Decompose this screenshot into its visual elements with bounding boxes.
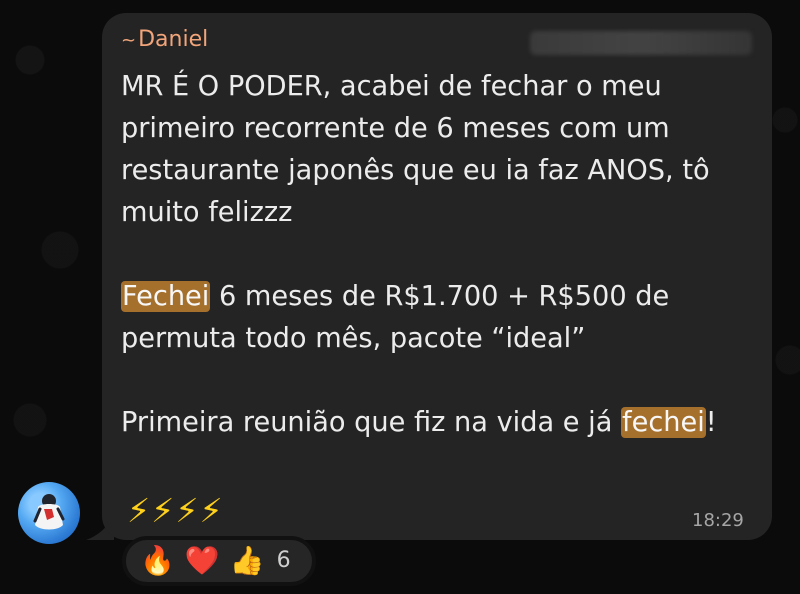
redacted-sender-info bbox=[530, 31, 752, 55]
reaction-bar[interactable]: 🔥 ❤️ 👍 6 bbox=[122, 536, 316, 586]
sender-name[interactable]: Daniel bbox=[138, 27, 208, 52]
person-avatar-icon bbox=[33, 494, 65, 530]
message-paragraph-3-prefix: Primeira reunião que fiz na vida e já bbox=[121, 407, 622, 438]
highlighted-word-fechei: fechei bbox=[621, 407, 706, 438]
lightning-emojis: ⚡⚡⚡⚡ bbox=[127, 491, 224, 530]
sender-name-row[interactable]: ~Daniel bbox=[121, 24, 208, 57]
message-paragraph-2: Fechei 6 meses de R$1.700 + R$500 de per… bbox=[121, 276, 751, 360]
heart-reaction-icon[interactable]: ❤️ bbox=[185, 546, 220, 576]
sender-prefix: ~ bbox=[121, 30, 137, 51]
message-paragraph-3: Primeira reunião que fiz na vida e já fe… bbox=[121, 402, 751, 444]
message-paragraph-3-suffix: ! bbox=[705, 407, 717, 438]
message-paragraph-1: MR É O PODER, acabei de fechar o meu pri… bbox=[121, 71, 710, 228]
highlighted-word-fechei: Fechei bbox=[121, 281, 211, 312]
sender-avatar[interactable] bbox=[18, 482, 80, 544]
thumbs-up-reaction-icon[interactable]: 👍 bbox=[230, 546, 265, 576]
reaction-count: 6 bbox=[276, 548, 291, 573]
fire-reaction-icon[interactable]: 🔥 bbox=[140, 546, 175, 576]
message-text: MR É O PODER, acabei de fechar o meu pri… bbox=[121, 66, 751, 444]
message-time: 18:29 bbox=[692, 510, 744, 531]
